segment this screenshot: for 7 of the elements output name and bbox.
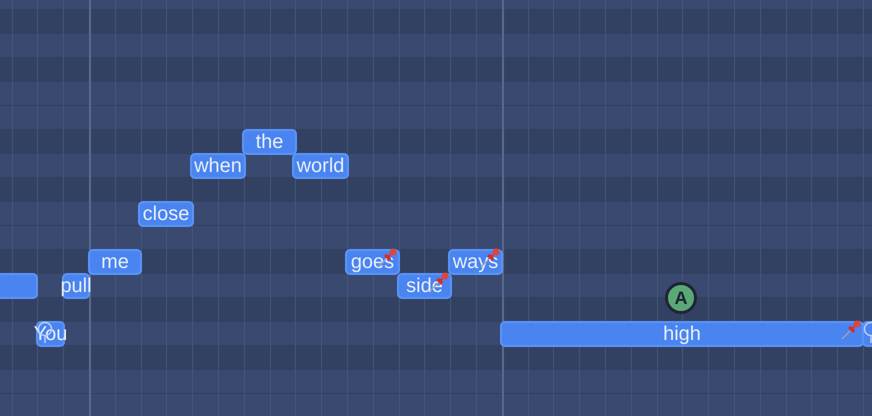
note-block[interactable]: goes (345, 249, 400, 275)
note-block[interactable]: the (242, 129, 297, 155)
note-block[interactable]: world (292, 153, 349, 179)
note-block[interactable]: when (190, 153, 246, 179)
note-block[interactable]: close (138, 201, 194, 227)
note-block[interactable]: high (500, 321, 864, 347)
note-block[interactable]: me (88, 249, 142, 275)
